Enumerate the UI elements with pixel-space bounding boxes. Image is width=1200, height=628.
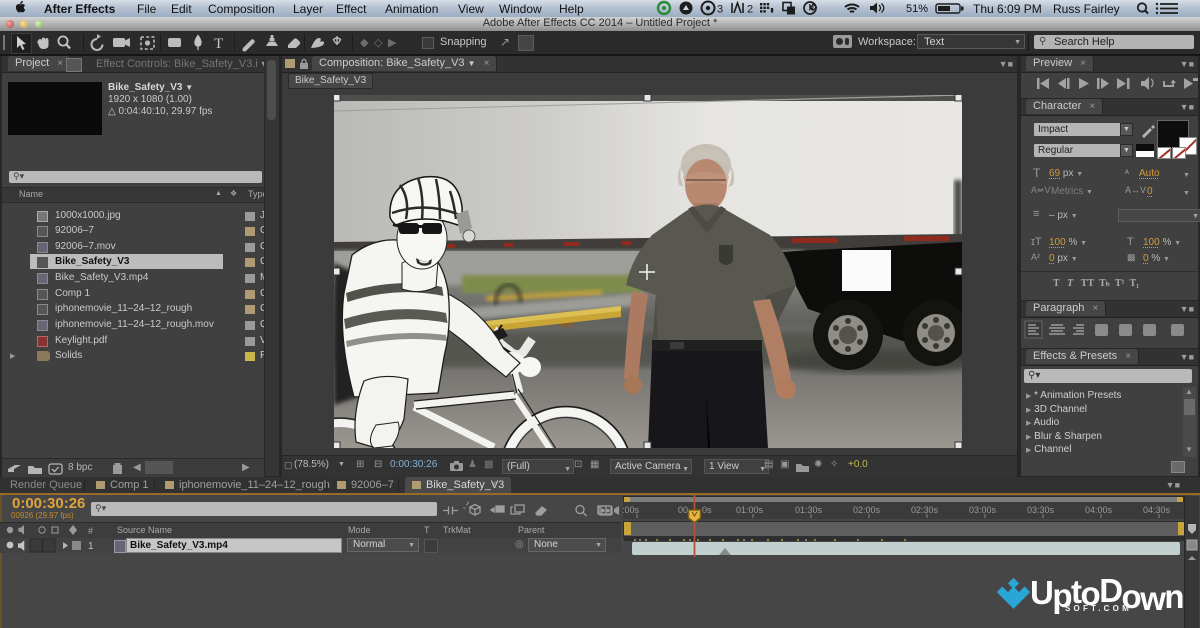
- svg-text:T: T: [214, 36, 223, 52]
- svg-text:2: 2: [747, 4, 753, 16]
- svg-text:3: 3: [717, 4, 723, 16]
- svg-text:1: 1: [88, 541, 94, 552]
- svg-text:#: #: [88, 526, 93, 536]
